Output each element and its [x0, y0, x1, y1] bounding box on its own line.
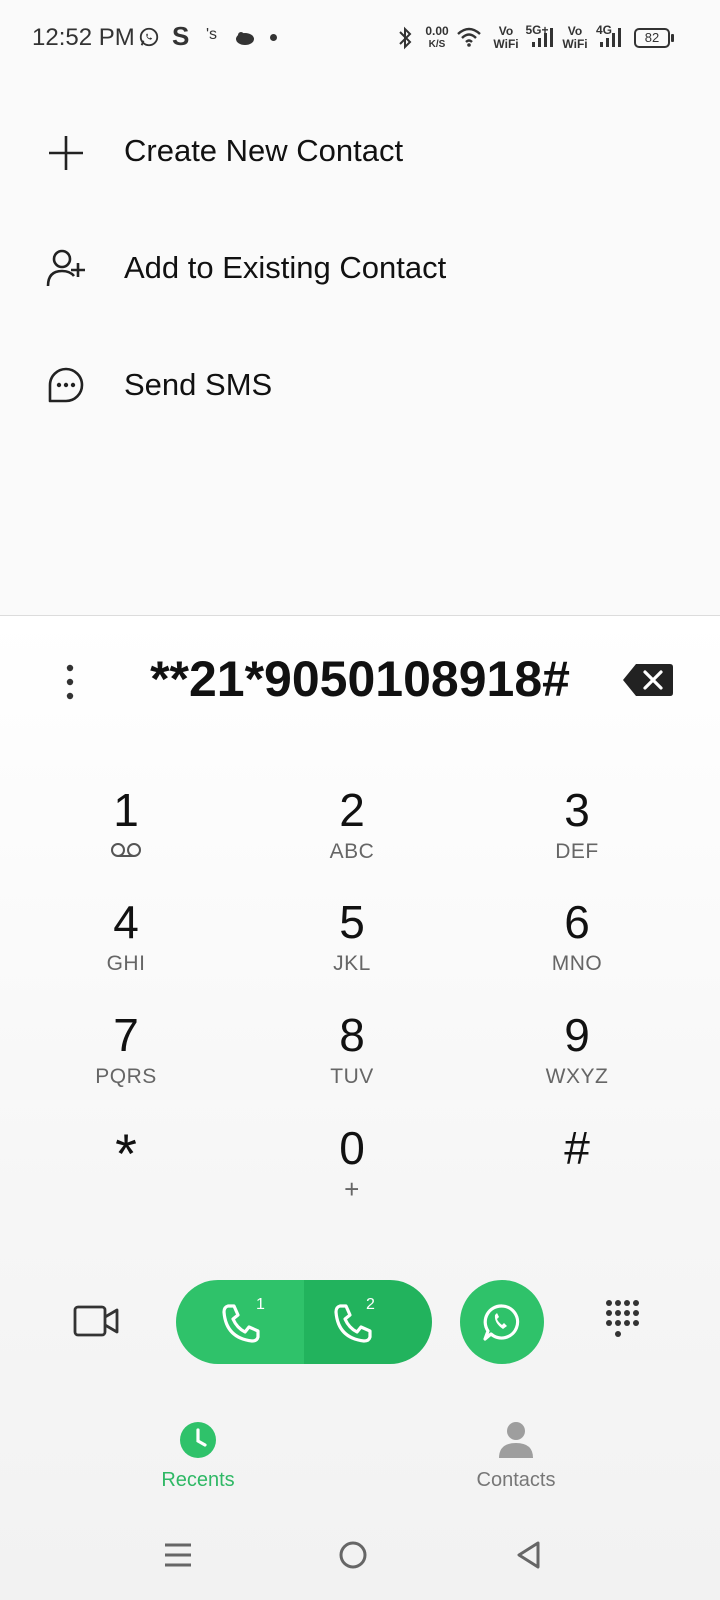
key-star[interactable]: *: [26, 1122, 226, 1222]
battery-level: 82: [644, 30, 660, 45]
network-speed-value: 0.00: [425, 24, 449, 38]
key-1[interactable]: 1: [26, 784, 226, 884]
key-7[interactable]: 7 PQRS: [26, 1009, 226, 1109]
create-new-contact-label: Create New Contact: [124, 133, 404, 168]
app-notification-icon: 's: [206, 26, 218, 43]
key-digit: 7: [113, 1009, 139, 1061]
message-bubble-icon: [48, 367, 84, 403]
key-letters: WXYZ: [545, 1065, 609, 1088]
battery-icon: 82: [634, 28, 670, 48]
vowifi-1-top: Vo: [498, 24, 514, 38]
key-2[interactable]: 2 ABC: [252, 784, 452, 884]
cloud-notification-icon: [236, 32, 254, 45]
add-person-icon: [46, 249, 85, 287]
backspace-icon[interactable]: [622, 662, 674, 698]
whatsapp-call-button[interactable]: [460, 1280, 544, 1364]
bluetooth-icon: [399, 26, 412, 50]
key-letters: JKL: [333, 952, 371, 975]
key-digit: 6: [564, 896, 590, 948]
send-sms-item[interactable]: Send SMS: [0, 330, 720, 440]
key-digit: 9: [564, 1009, 590, 1061]
home-nav-icon[interactable]: [338, 1540, 368, 1570]
wifi-icon: [457, 27, 481, 47]
send-sms-label: Send SMS: [124, 367, 273, 402]
key-4[interactable]: 4 GHI: [26, 896, 226, 996]
person-icon: [499, 1422, 533, 1458]
voicemail-icon: [111, 843, 141, 857]
sim2-badge: 2: [366, 1296, 375, 1313]
key-letters: TUV: [330, 1065, 374, 1088]
vowifi-1-bottom: WiFi: [493, 37, 519, 51]
plus-icon: [49, 136, 83, 170]
key-digit: #: [564, 1122, 590, 1174]
key-digit: 0: [339, 1122, 365, 1174]
key-letters: PQRS: [95, 1065, 157, 1088]
key-digit: 4: [113, 896, 139, 948]
tab-contacts[interactable]: Contacts: [416, 1420, 616, 1492]
back-nav-icon[interactable]: [514, 1540, 544, 1570]
more-notifications-dot: [270, 34, 277, 41]
signal-1-bars-icon: [532, 28, 553, 47]
network-speed-unit: K/S: [428, 39, 446, 50]
key-letters: DEF: [555, 840, 599, 863]
tab-recents-label: Recents: [161, 1469, 235, 1491]
key-hash[interactable]: #: [477, 1122, 677, 1222]
whatsapp-notification-icon: [139, 27, 159, 47]
create-new-contact-item[interactable]: Create New Contact: [0, 96, 720, 206]
battery-tip: [671, 34, 674, 42]
dialpad-icon[interactable]: [603, 1298, 643, 1346]
add-to-existing-contact-label: Add to Existing Contact: [124, 250, 447, 285]
key-8[interactable]: 8 TUV: [252, 1009, 452, 1109]
video-call-icon[interactable]: [72, 1303, 120, 1339]
key-digit: 8: [339, 1009, 365, 1061]
key-letters: MNO: [551, 952, 603, 975]
key-digit: 1: [113, 784, 139, 836]
key-letters: GHI: [106, 952, 146, 975]
key-digit: 5: [339, 896, 365, 948]
key-5[interactable]: 5 JKL: [252, 896, 452, 996]
menu-nav-icon[interactable]: [163, 1540, 193, 1570]
key-6[interactable]: 6 MNO: [477, 896, 677, 996]
vowifi-2-top: Vo: [567, 24, 583, 38]
more-options-icon[interactable]: [55, 660, 85, 704]
key-letters: +: [344, 1174, 360, 1204]
key-digit: 2: [339, 784, 365, 836]
tab-recents[interactable]: Recents: [98, 1420, 298, 1492]
vowifi-2-bottom: WiFi: [562, 37, 588, 51]
clock-icon: [180, 1422, 216, 1458]
call-sim2-button[interactable]: 2: [304, 1280, 432, 1364]
call-button-group: 1 2: [176, 1280, 432, 1364]
add-to-existing-contact-item[interactable]: Add to Existing Contact: [0, 213, 720, 323]
s-app-notification-icon: S: [172, 21, 190, 51]
key-digit: 3: [564, 784, 590, 836]
sim1-badge: 1: [256, 1296, 265, 1313]
signal-2-bars-icon: [600, 28, 621, 47]
status-bar: 12:52 PM S 's 0.00 K/S Vo WiFi 5G+ Vo Wi…: [0, 0, 720, 80]
key-3[interactable]: 3 DEF: [477, 784, 677, 884]
key-9[interactable]: 9 WXYZ: [477, 1009, 677, 1109]
dialed-number[interactable]: **21*9050108918#: [100, 650, 620, 708]
status-time: 12:52 PM: [32, 24, 135, 51]
key-digit: *: [115, 1122, 137, 1185]
call-sim1-button[interactable]: 1: [176, 1280, 304, 1364]
key-letters: ABC: [329, 840, 375, 863]
whatsapp-icon: [483, 1304, 520, 1341]
tab-contacts-label: Contacts: [476, 1469, 556, 1491]
key-0[interactable]: 0 +: [252, 1122, 452, 1222]
